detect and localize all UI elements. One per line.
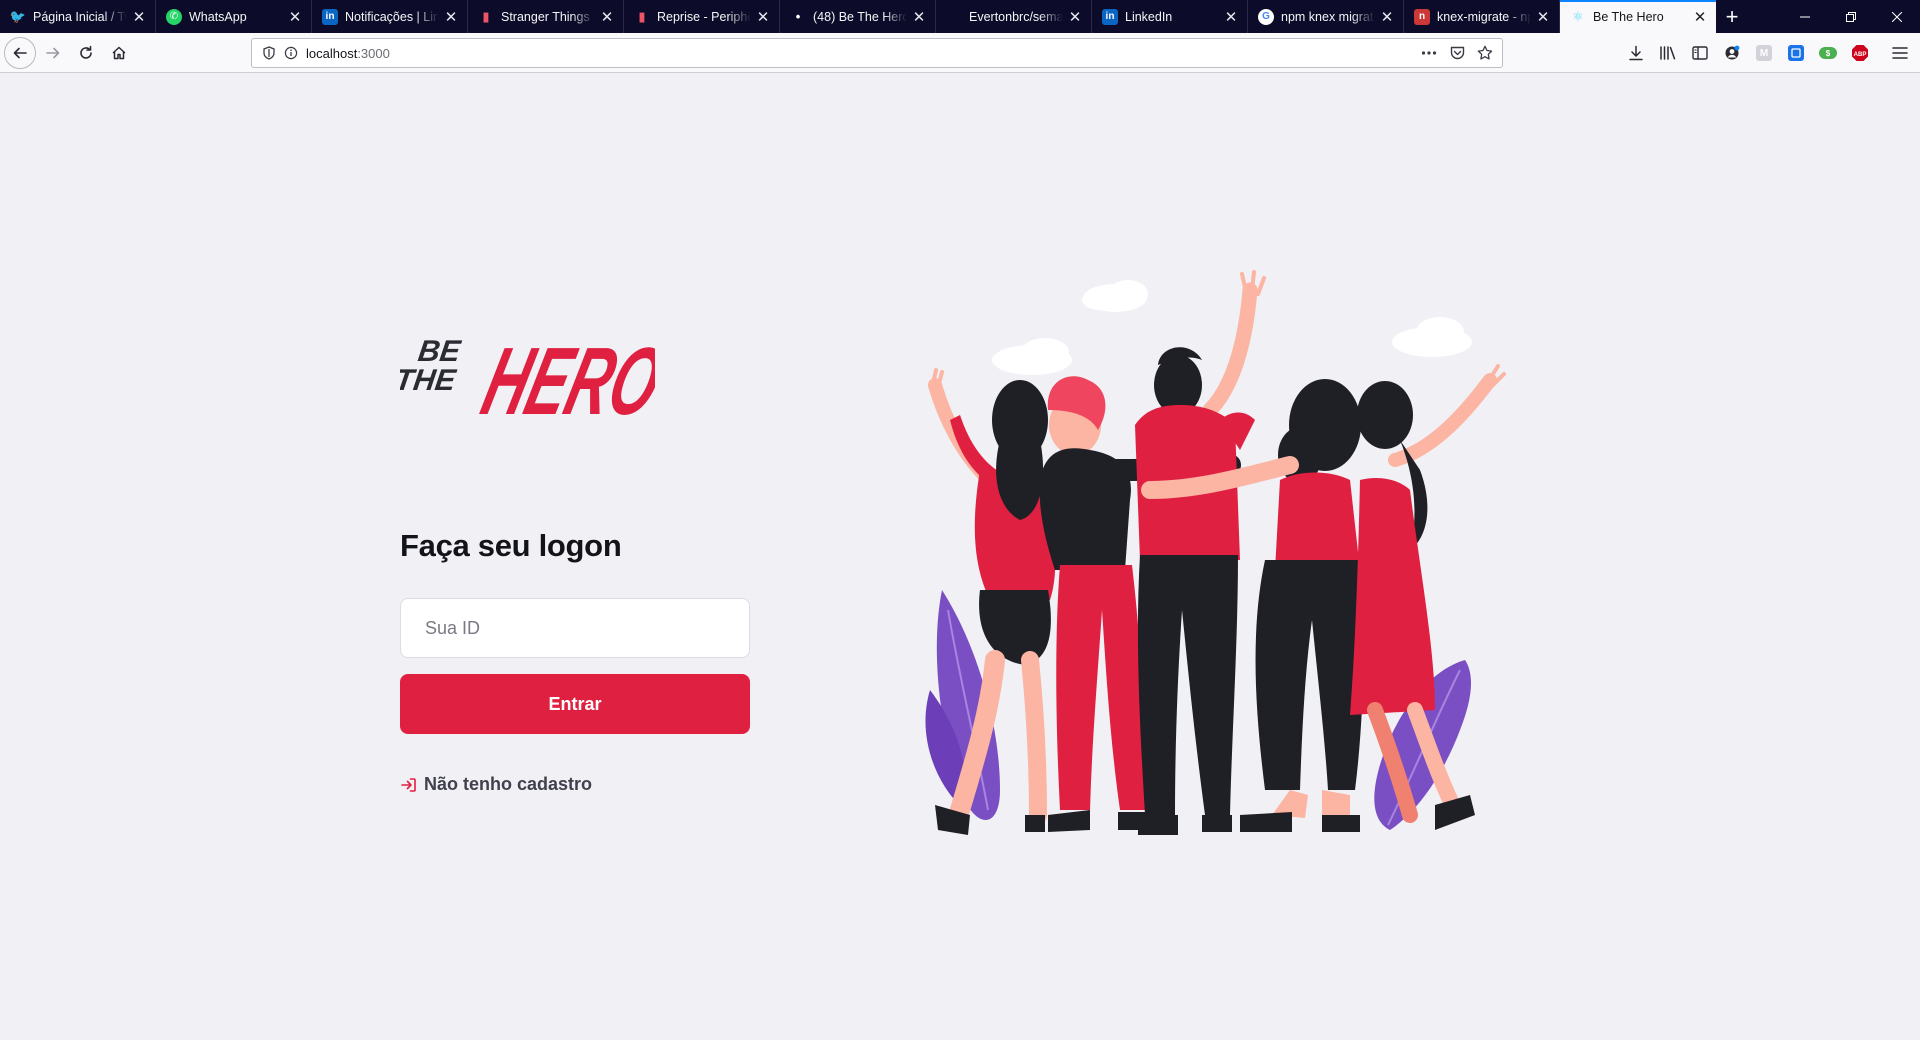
browser-tab[interactable]: in Notificações | LinkedIn ✕ — [312, 0, 468, 33]
svg-text:HERO: HERO — [473, 328, 655, 428]
tab-title: Be The Hero — [1593, 9, 1664, 24]
tab-title: WhatsApp — [189, 9, 247, 24]
register-link[interactable]: Não tenho cadastro — [400, 774, 592, 795]
svg-text:ABP: ABP — [1854, 52, 1867, 58]
dot-icon: • — [795, 9, 801, 24]
tab-title: Notificações | LinkedIn — [345, 9, 439, 24]
new-tab-button[interactable]: + — [1716, 0, 1748, 33]
forward-button[interactable] — [37, 37, 69, 69]
close-tab-icon[interactable]: ✕ — [1067, 9, 1083, 26]
library-icon[interactable] — [1652, 37, 1684, 69]
close-tab-icon[interactable]: ✕ — [599, 9, 615, 26]
tab-title: Página Inicial / Twitter — [33, 9, 127, 24]
tab-strip: 🐦 Página Inicial / Twitter ✕ ✆ WhatsApp ✕ in No… — [0, 0, 1920, 33]
close-tab-icon[interactable]: ✕ — [1223, 9, 1239, 26]
navigation-toolbar: localhost:3000 M $ ABP — [0, 33, 1920, 73]
tab-title: npm knex migrate — [1281, 9, 1375, 24]
logo-text-small-2: THE — [400, 364, 458, 397]
tab-strip-spacer — [1748, 0, 1782, 33]
home-button[interactable] — [103, 37, 135, 69]
be-the-hero-logo: BE THE HERO — [400, 328, 655, 428]
tab-list: 🐦 Página Inicial / Twitter ✕ ✆ WhatsApp ✕ in No… — [0, 0, 1716, 33]
extension-m-icon[interactable]: M — [1748, 37, 1780, 69]
close-tab-icon[interactable]: ✕ — [131, 9, 147, 26]
address-bar[interactable]: localhost:3000 — [251, 38, 1503, 68]
url-port: :3000 — [357, 45, 390, 61]
reload-button[interactable] — [70, 37, 102, 69]
browser-tab[interactable]: ✆ WhatsApp ✕ — [156, 0, 312, 33]
close-tab-icon[interactable]: ✕ — [911, 9, 927, 26]
cloud-icon-2 — [992, 338, 1072, 375]
sidebar-icon[interactable] — [1684, 37, 1716, 69]
close-tab-icon[interactable]: ✕ — [443, 9, 459, 26]
site-info-icon[interactable] — [280, 43, 302, 63]
arrow-left-icon — [13, 47, 27, 58]
tracking-protection-icon[interactable] — [258, 43, 280, 63]
extension-blue-icon[interactable] — [1780, 37, 1812, 69]
linkedin-icon: in — [1102, 8, 1118, 25]
adblock-plus-icon[interactable]: ABP — [1844, 37, 1876, 69]
google-icon: G — [1258, 8, 1274, 25]
person-5-figure — [1350, 364, 1506, 830]
close-tab-icon[interactable]: ✕ — [755, 9, 771, 26]
close-tab-icon[interactable]: ✕ — [1379, 9, 1395, 26]
twitter-icon: 🐦 — [9, 8, 27, 24]
restore-button[interactable] — [1828, 0, 1874, 33]
tab-title: (48) Be The Hero com — [813, 9, 907, 24]
tab-title: LinkedIn — [1125, 9, 1173, 24]
home-icon — [112, 46, 126, 59]
arrow-right-icon — [46, 47, 60, 58]
page-title: Faça seu logon — [400, 528, 622, 563]
deezer-icon: ▮ — [482, 8, 490, 24]
id-input[interactable] — [400, 598, 750, 658]
back-button[interactable] — [4, 36, 36, 69]
browser-tab[interactable]: n knex-migrate - npm ✕ — [1404, 0, 1560, 33]
browser-tab[interactable]: Gnpm knex migrate ✕ — [1248, 0, 1404, 33]
reload-icon — [80, 45, 92, 59]
account-icon[interactable] — [1716, 37, 1748, 69]
menu-icon[interactable] — [1884, 37, 1916, 69]
browser-tab[interactable]: ⚛ Be The Hero ✕ — [1560, 0, 1716, 33]
tab-title: Reprise - Peripheral — [657, 9, 751, 24]
bookmark-star-icon[interactable] — [1474, 43, 1496, 63]
logo-text-big: HERO — [473, 328, 655, 428]
cloud-icon — [1082, 280, 1148, 312]
url-host: localhost — [306, 45, 358, 61]
close-window-button[interactable] — [1874, 0, 1920, 33]
heroes-illustration — [925, 270, 1506, 835]
browser-tab[interactable]: in LinkedIn ✕ — [1092, 0, 1248, 33]
extension-green-icon[interactable]: $ — [1812, 37, 1844, 69]
close-tab-icon[interactable]: ✕ — [1535, 9, 1551, 26]
linkedin-icon: in — [322, 8, 338, 25]
browser-tab[interactable]: ▮ Stranger Things - Deezer ✕ — [468, 0, 624, 33]
close-tab-icon[interactable]: ✕ — [1692, 9, 1708, 26]
logon-page: BE THE HERO Faça seu logon Entrar Não te… — [0, 74, 1920, 1040]
deezer-icon: ▮ — [638, 8, 646, 24]
npm-icon: n — [1414, 8, 1430, 25]
logo-text-small-1: BE — [416, 335, 463, 368]
github-icon — [946, 9, 962, 25]
minimize-button[interactable] — [1782, 0, 1828, 33]
page-actions-icon[interactable] — [1418, 43, 1440, 63]
tab-title: Evertonbrc/semana — [969, 9, 1063, 24]
close-tab-icon[interactable]: ✕ — [287, 9, 303, 26]
tab-title: Stranger Things - Deezer — [501, 9, 595, 24]
submit-button[interactable]: Entrar — [400, 674, 750, 734]
browser-tab[interactable]: Evertonbrc/semana ✕ — [936, 0, 1092, 33]
cloud-icon-3 — [1392, 317, 1472, 357]
downloads-icon[interactable] — [1620, 37, 1652, 69]
react-icon: ⚛ — [1572, 8, 1584, 24]
whatsapp-icon: ✆ — [166, 8, 182, 25]
browser-tab[interactable]: ▮ Reprise - Peripheral ✕ — [624, 0, 780, 33]
login-arrow-icon — [400, 776, 418, 794]
pocket-icon[interactable] — [1446, 43, 1468, 63]
tab-title: knex-migrate - npm — [1437, 9, 1531, 24]
person-3-figure — [1135, 270, 1266, 835]
toolbar-right: M $ ABP — [1620, 33, 1920, 73]
browser-tab[interactable]: 🐦 Página Inicial / Twitter ✕ — [0, 0, 156, 33]
register-link-label: Não tenho cadastro — [424, 774, 593, 794]
browser-tab[interactable]: • (48) Be The Hero com ✕ — [780, 0, 936, 33]
url-text[interactable]: localhost:3000 — [306, 46, 1418, 61]
